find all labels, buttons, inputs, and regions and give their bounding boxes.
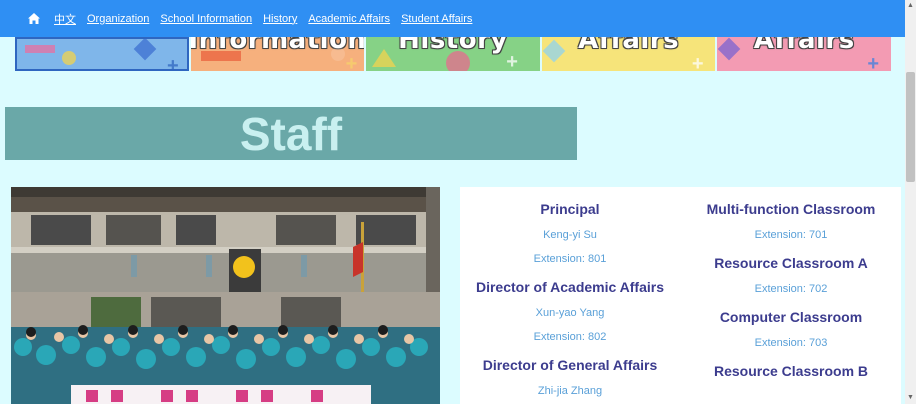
nav-link-history[interactable]: History — [263, 13, 297, 25]
role-title: Principal — [540, 201, 600, 217]
banner-label: Affairs — [753, 37, 855, 55]
room-extension: Extension: 701 — [754, 229, 828, 241]
room-title: Multi-function Classroom — [706, 201, 876, 217]
nav-link-student-affairs[interactable]: Student Affairs — [401, 13, 472, 25]
home-icon[interactable] — [28, 13, 40, 24]
scrollbar-thumb[interactable] — [906, 72, 915, 182]
staff-name: Xun-yao Yang — [535, 307, 605, 319]
staff-group-photo — [11, 187, 440, 404]
banner-history[interactable]: + History — [366, 37, 540, 71]
nav-link-academic-affairs[interactable]: Academic Affairs — [308, 13, 390, 25]
nav-link-organization[interactable]: Organization — [87, 13, 149, 25]
staff-heading-bar: Staff — [5, 107, 577, 160]
banner-school-information[interactable]: + Information — [190, 37, 365, 71]
staff-column-left: Principal Keng-yi Su Extension: 801 Dire… — [460, 187, 680, 397]
room-title: Resource Classroom B — [713, 363, 869, 379]
room-extension: Extension: 703 — [754, 337, 828, 349]
role-title: Director of General Affairs — [482, 357, 658, 373]
room-title: Computer Classroom — [719, 309, 863, 325]
scroll-up-icon[interactable]: ▲ — [905, 0, 916, 12]
staff-name: Zhi-jia Zhang — [537, 385, 603, 397]
staff-extension: Extension: 802 — [533, 331, 607, 343]
banner-strip: + + Information + History + Affairs + Af… — [15, 37, 893, 71]
room-title: Resource Classroom A — [714, 255, 868, 271]
role-title: Director of Academic Affairs — [475, 279, 664, 295]
nav-link-school-information[interactable]: School Information — [160, 13, 252, 25]
page-title: Staff — [239, 107, 343, 160]
top-nav: 中文 Organization School Information Histo… — [0, 0, 905, 37]
banner-academic-affairs[interactable]: + Affairs — [541, 37, 716, 71]
staff-name: Keng-yi Su — [543, 229, 597, 241]
banner-label: Affairs — [578, 37, 680, 55]
banner-student-affairs[interactable]: + Affairs — [717, 37, 891, 71]
staff-column-right: Multi-function Classroom Extension: 701 … — [681, 187, 901, 379]
room-extension: Extension: 702 — [754, 283, 828, 295]
staff-extension: Extension: 801 — [533, 253, 607, 265]
nav-link-chinese[interactable]: 中文 — [54, 11, 76, 27]
banner-organization[interactable]: + — [15, 37, 189, 71]
staff-info-card: Principal Keng-yi Su Extension: 801 Dire… — [460, 187, 901, 404]
page-scrollbar[interactable]: ▲ ▼ — [905, 0, 916, 404]
scroll-down-icon[interactable]: ▼ — [905, 392, 916, 404]
